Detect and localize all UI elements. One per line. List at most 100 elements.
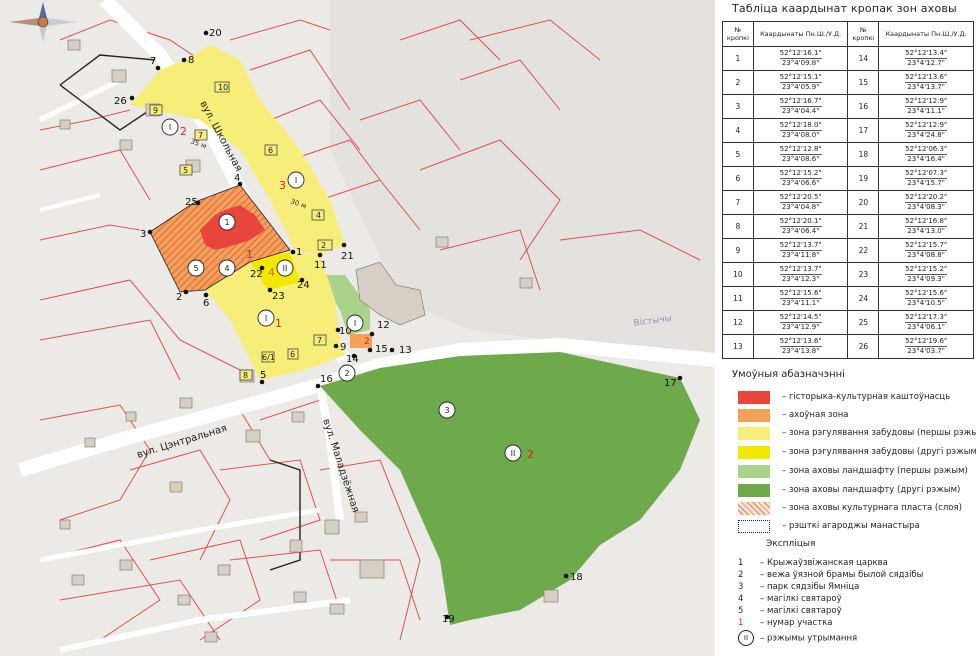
svg-text:20: 20 [209,28,222,39]
longitude: 23°4'05.9" [781,83,820,91]
latitude: 52°12'12.8" [779,145,822,155]
latitude: 52°12'20.1" [779,217,822,227]
svg-text:5: 5 [193,264,198,273]
svg-text:11: 11 [314,260,327,271]
latitude: 52°12'13.7" [779,241,822,251]
longitude: 23°4'08.8" [907,251,945,259]
svg-text:2: 2 [527,448,534,461]
coordinate-cell: 52°12'15.2" 23°4'09.3" [878,262,974,287]
coordinate-cell: 52°12'13.6" 23°4'13.7" [878,70,974,95]
latitude: 52°12'13.7" [779,265,822,275]
legend-title: Умоўныя абазначэнні [732,369,845,380]
explication-key: 4 [738,594,744,604]
longitude: 23°4'11.1" [781,299,820,307]
point-number-cell: 2 [722,70,754,95]
coordinate-cell: 52°12'12.9" 23°4'24.8" [878,118,974,143]
point-number-cell: 10 [722,262,754,287]
table-row: 5 52°12'12.8" 23°4'08.6" 18 52°12'06.3" 23°4'… [722,142,974,167]
latitude: 52°12'19.6" [905,337,948,347]
coordinate-cell: 52°12'17.3" 23°4'06.1" [878,310,974,335]
latitude: 52°12'14.5" [779,313,822,323]
svg-text:12: 12 [377,320,390,331]
svg-text:4: 4 [234,173,240,184]
svg-text:9: 9 [153,106,158,115]
coordinate-cell: 52°12'16.1" 23°4'09.8" [752,46,849,71]
coordinate-cell: 52°12'12.8" 23°4'08.6" [752,142,849,167]
legend-swatch [738,502,770,515]
svg-text:4: 4 [224,264,229,273]
point-number-cell: 16 [847,94,880,119]
svg-text:25: 25 [185,197,198,208]
explication-label: – парк сядзібы Ямніца [760,582,860,592]
svg-text:2: 2 [344,369,349,378]
header-num-2: № кропкі [847,21,880,47]
latitude: 52°12'16.8" [905,217,948,227]
legend-swatch [738,427,770,440]
coordinate-cell: 52°12'16.8" 23°4'13.0" [878,214,974,239]
point-number-cell: 6 [722,166,754,191]
explication-item: 2 – вежа ўязной брамы былой сядзібы [738,570,923,580]
coordinate-cell: 52°12'07.3" 23°4'15.7" [878,166,974,191]
point-number-cell: 25 [847,310,880,335]
explication-label: – вежа ўязной брамы былой сядзібы [760,570,924,580]
table-row: 13 52°12'13.6" 23°4'13.8" 26 52°12'19.6" 23°4… [722,334,974,359]
svg-text:13: 13 [399,345,412,356]
svg-text:2: 2 [364,337,370,347]
coordinates-table-title: Табліца каардынат кропак зон аховы [732,2,957,15]
longitude: 23°4'08.0" [781,131,820,139]
svg-text:7: 7 [198,131,203,140]
svg-text:10: 10 [218,83,228,92]
latitude: 52°12'12.9" [905,121,948,131]
table-header-row: № кропкі Каардынаты Пн.Ш./У.Д. № кропкі … [722,21,974,47]
coordinate-cell: 52°12'15.7" 23°4'08.8" [878,238,974,263]
point-number-cell: 8 [722,214,754,239]
svg-text:4: 4 [316,211,321,220]
longitude: 23°4'15.7" [907,179,945,187]
point-number-cell: 26 [847,334,880,359]
svg-text:7: 7 [317,336,322,345]
svg-text:1: 1 [296,247,302,258]
coordinate-cell: 52°12'15.1" 23°4'05.9" [752,70,849,95]
longitude: 23°4'13.7" [907,83,945,91]
coordinate-cell: 52°12'19.6" 23°4'03.7" [878,334,974,359]
svg-text:21: 21 [341,251,354,262]
explication-title: Экспліцыя [766,539,816,549]
explication-item: 3 – парк сядзібы Ямніца [738,582,859,592]
longitude: 23°4'12.7" [907,59,945,67]
legend-label: – гісторыка-культурная каштоўнасць [782,392,951,402]
point-number-cell: 9 [722,238,754,263]
svg-text:I: I [169,123,171,132]
svg-text:2: 2 [321,241,326,250]
svg-text:6: 6 [290,350,295,359]
latitude: 52°12'07.3" [905,169,948,179]
coordinate-cell: 52°12'14.5" 23°4'12.9" [752,310,849,335]
latitude: 52°12'20.2" [905,193,948,203]
latitude: 52°12'15.2" [905,265,948,275]
svg-text:1: 1 [246,248,253,261]
svg-text:I: I [295,176,297,185]
svg-text:26: 26 [114,96,127,107]
svg-text:18: 18 [570,572,583,583]
legend-swatch [738,520,770,533]
table-row: 11 52°12'15.6" 23°4'11.1" 24 52°12'15.6" 23°4… [722,286,974,311]
table-row: 3 52°12'16.7" 23°4'04.4" 16 52°12'12.9" 23°4'… [722,94,974,119]
latitude: 52°12'06.3" [905,145,948,155]
explication-item: 1 – нумар участка [738,618,833,628]
header-num-1: № кропкі [722,21,754,47]
latitude: 52°12'20.5" [779,193,822,203]
svg-text:7: 7 [150,56,156,67]
latitude: 52°12'15.1" [779,73,822,83]
coordinate-cell: 52°12'15.6" 23°4'11.1" [752,286,849,311]
svg-text:I: I [265,314,267,323]
legend-label: – зона аховы культурнага пласта (слоя) [782,503,962,513]
explication-item: II – рэжымы утрымання [738,630,857,646]
svg-text:6/1: 6/1 [262,353,275,362]
coordinate-cell: 52°12'15.2" 23°4'06.6" [752,166,849,191]
point-number-cell: 15 [847,70,880,95]
latitude: 52°12'15.6" [905,289,948,299]
svg-text:9: 9 [340,342,346,353]
latitude: 52°12'13.6" [779,337,822,347]
svg-text:6: 6 [268,146,273,155]
coordinate-cell: 52°12'13.6" 23°4'13.8" [752,334,849,359]
coordinate-cell: 52°12'06.3" 23°4'16.4" [878,142,974,167]
